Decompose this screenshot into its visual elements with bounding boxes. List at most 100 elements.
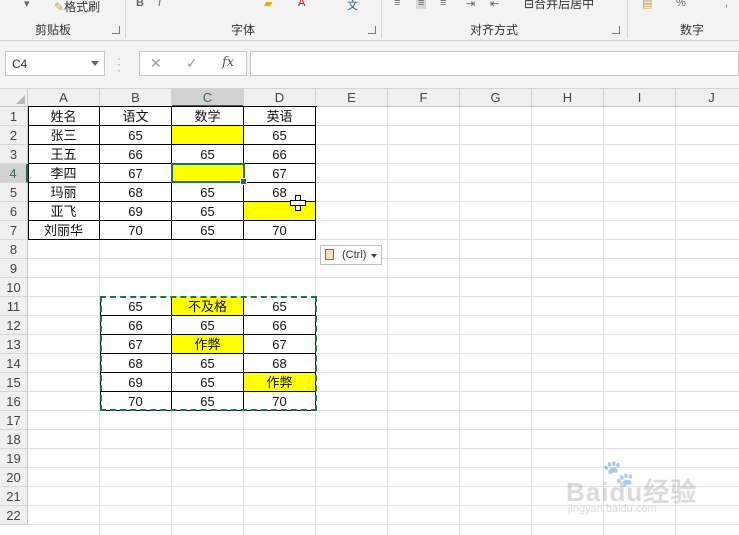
cell-c14[interactable]: 65 [172, 354, 244, 373]
row-header-17[interactable]: 17 [0, 411, 28, 430]
cell-d11[interactable]: 65 [244, 297, 316, 316]
cell-c1[interactable]: 数学 [172, 107, 244, 126]
row-header-10[interactable]: 10 [0, 278, 28, 297]
cell-d14[interactable]: 68 [244, 354, 316, 373]
cell-c13[interactable]: 作弊 [172, 335, 244, 354]
outdent-icon[interactable]: ⇤ [490, 0, 499, 10]
cancel-icon[interactable]: ✕ [150, 55, 162, 72]
cell-b3[interactable]: 66 [100, 145, 172, 164]
cell-c11[interactable]: 不及格 [172, 297, 244, 316]
font-launcher-icon[interactable] [368, 26, 376, 34]
cell-d4[interactable]: 67 [244, 164, 316, 183]
cell-a5[interactable]: 玛丽 [28, 183, 100, 202]
active-cell-c4[interactable] [171, 163, 247, 185]
cell-d12[interactable]: 66 [244, 316, 316, 335]
column-header-f[interactable]: F [388, 89, 460, 107]
enter-icon[interactable]: ✓ [186, 55, 198, 72]
cell-c3[interactable]: 65 [172, 145, 244, 164]
cell-b14[interactable]: 68 [100, 354, 172, 373]
cell-c2[interactable] [172, 126, 244, 145]
cell-d13[interactable]: 67 [244, 335, 316, 354]
cell-d7[interactable]: 70 [244, 221, 316, 240]
cell-d16[interactable]: 70 [244, 392, 316, 411]
cell-d15[interactable]: 作弊 [244, 373, 316, 392]
cell-d3[interactable]: 66 [244, 145, 316, 164]
column-header-d[interactable]: D [244, 89, 316, 107]
row-header-3[interactable]: 3 [0, 145, 28, 164]
select-all-corner[interactable] [0, 89, 28, 107]
row-header-20[interactable]: 20 [0, 468, 28, 487]
column-header-a[interactable]: A [28, 89, 100, 107]
bold-icon[interactable]: B [136, 0, 144, 9]
cell-a1[interactable]: 姓名 [28, 107, 100, 126]
cell-b2[interactable]: 65 [100, 126, 172, 145]
cell-b7[interactable]: 70 [100, 221, 172, 240]
cell-b12[interactable]: 66 [100, 316, 172, 335]
name-box[interactable]: C4 [5, 51, 105, 76]
row-header-21[interactable]: 21 [0, 487, 28, 506]
row-header-22[interactable]: 22 [0, 506, 28, 525]
cell-c7[interactable]: 65 [172, 221, 244, 240]
resize-handle-icon[interactable]: · · · [117, 52, 121, 76]
accounting-format-icon[interactable]: ▤ [642, 0, 652, 10]
cell-b16[interactable]: 70 [100, 392, 172, 411]
clipboard-launcher-icon[interactable] [112, 26, 120, 34]
row-header-11[interactable]: 11 [0, 297, 28, 316]
cell-a3[interactable]: 王五 [28, 145, 100, 164]
cell-c15[interactable]: 65 [172, 373, 244, 392]
row-header-6[interactable]: 6 [0, 202, 28, 221]
cell-b1[interactable]: 语文 [100, 107, 172, 126]
align-right-icon[interactable]: ≡ [440, 0, 446, 9]
formula-input[interactable] [250, 51, 739, 76]
row-header-13[interactable]: 13 [0, 335, 28, 354]
align-center-icon[interactable]: ≡ [416, 0, 427, 9]
cell-b4[interactable]: 67 [100, 164, 172, 183]
merge-center-button[interactable]: ⊟合并后居中 [524, 0, 594, 12]
percent-style-icon[interactable]: % [676, 0, 686, 9]
chevron-down-icon[interactable] [91, 61, 99, 66]
row-header-19[interactable]: 19 [0, 449, 28, 468]
indent-icon[interactable]: ⇥ [466, 0, 475, 10]
column-header-e[interactable]: E [316, 89, 388, 107]
align-left-icon[interactable]: ≡ [394, 0, 400, 9]
phonetic-icon[interactable]: 文 [347, 0, 358, 13]
alignment-launcher-icon[interactable] [612, 26, 620, 34]
column-header-i[interactable]: I [604, 89, 676, 107]
row-header-18[interactable]: 18 [0, 430, 28, 449]
column-header-g[interactable]: G [460, 89, 532, 107]
row-header-12[interactable]: 12 [0, 316, 28, 335]
cell-b15[interactable]: 69 [100, 373, 172, 392]
dropdown-arrow-icon[interactable]: ▾ [24, 0, 30, 10]
insert-function-icon[interactable]: fx [222, 55, 234, 70]
format-painter-button[interactable]: ✎格式刷 [54, 0, 100, 15]
cell-c16[interactable]: 65 [172, 392, 244, 411]
row-header-16[interactable]: 16 [0, 392, 28, 411]
font-color-icon[interactable]: A [298, 0, 305, 9]
cell-c6[interactable]: 65 [172, 202, 244, 221]
comma-style-icon[interactable]: , [725, 0, 728, 9]
row-header-15[interactable]: 15 [0, 373, 28, 392]
cell-b6[interactable]: 69 [100, 202, 172, 221]
row-header-8[interactable]: 8 [0, 240, 28, 259]
column-header-h[interactable]: H [532, 89, 604, 107]
row-header-1[interactable]: 1 [0, 107, 28, 126]
cell-c12[interactable]: 65 [172, 316, 244, 335]
column-header-c[interactable]: C [172, 89, 244, 107]
row-header-5[interactable]: 5 [0, 183, 28, 202]
row-header-4[interactable]: 4 [0, 164, 28, 183]
cell-a6[interactable]: 亚飞 [28, 202, 100, 221]
cell-b11[interactable]: 65 [100, 297, 172, 316]
cell-b13[interactable]: 67 [100, 335, 172, 354]
cell-d1[interactable]: 英语 [244, 107, 316, 126]
column-header-j[interactable]: J [676, 89, 739, 107]
cell-c5[interactable]: 65 [172, 183, 244, 202]
paste-options-button[interactable]: (Ctrl) [320, 245, 382, 265]
cell-a7[interactable]: 刘丽华 [28, 221, 100, 240]
column-header-b[interactable]: B [100, 89, 172, 107]
row-header-2[interactable]: 2 [0, 126, 28, 145]
cell-a2[interactable]: 张三 [28, 126, 100, 145]
row-header-7[interactable]: 7 [0, 221, 28, 240]
italic-icon[interactable]: I [158, 0, 161, 9]
cell-d2[interactable]: 65 [244, 126, 316, 145]
cell-b5[interactable]: 68 [100, 183, 172, 202]
